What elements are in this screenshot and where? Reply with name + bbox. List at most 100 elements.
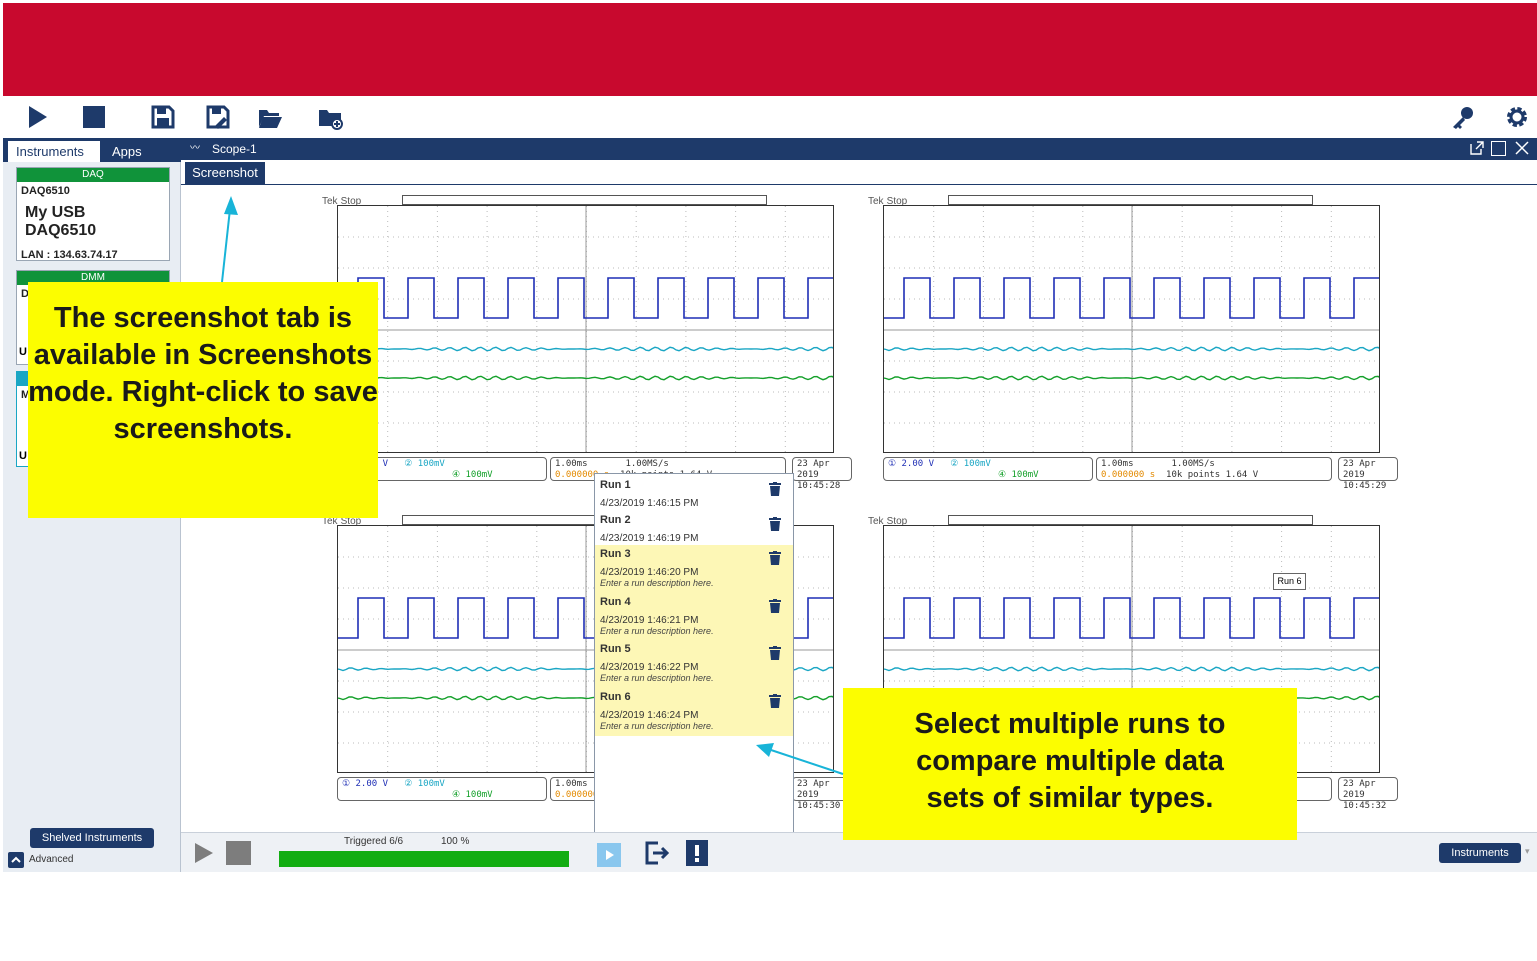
ch2-scale: ② 100mV <box>404 459 445 469</box>
run-name: Run 2 <box>600 514 631 526</box>
close-icon[interactable] <box>1514 140 1530 156</box>
main-toolbar <box>3 96 1537 138</box>
card-partial-text: U <box>19 346 27 358</box>
chevron-down-icon[interactable]: ▾ <box>1525 846 1530 857</box>
timebase: 1.00ms <box>1101 459 1134 469</box>
divider <box>181 184 1537 185</box>
key-icon[interactable] <box>1450 104 1476 130</box>
advanced-label[interactable]: Advanced <box>29 854 73 865</box>
date: 23 Apr 2019 <box>797 459 830 480</box>
time: 10:45:30 <box>797 801 841 811</box>
run-icon[interactable] <box>193 842 215 864</box>
run-item[interactable]: Run 5 4/23/2019 1:46:22 PM Enter a run des… <box>595 640 793 688</box>
callout-select-runs: Select multiple runs to compare multiple… <box>843 688 1297 840</box>
ch2-scale: ② 100mV <box>404 779 445 789</box>
progress-bar <box>279 851 569 867</box>
alert-icon[interactable] <box>686 840 708 866</box>
trash-icon[interactable] <box>769 482 781 496</box>
sample-rate: 1.00MS/s <box>625 459 669 469</box>
time: 10:45:28 <box>797 481 841 491</box>
date: 23 Apr 2019 <box>1343 459 1376 480</box>
arrow-line <box>221 199 232 283</box>
card-model: DAQ6510 <box>21 185 70 197</box>
daq-card[interactable]: DAQ DAQ6510 My USB DAQ6510 LAN : 134.63.… <box>16 167 170 261</box>
ch2-scale: ② 100mV <box>950 459 991 469</box>
run-description[interactable]: Enter a run description here. <box>600 626 714 636</box>
run-name: Run 4 <box>600 596 631 608</box>
trash-icon[interactable] <box>769 517 781 531</box>
brand-banner <box>3 3 1537 96</box>
run-date: 4/23/2019 1:46:24 PM <box>600 710 699 721</box>
ch1-scale: ① 2.00 V <box>888 459 934 469</box>
instruments-button[interactable]: Instruments <box>1439 843 1521 863</box>
shelved-instruments-button[interactable]: Shelved Instruments <box>30 828 154 848</box>
scope-panel[interactable]: Tek Stop① 2.00 V ② 100mV④ 100mV1.00ms 1.… <box>868 195 1398 495</box>
run-description[interactable]: Enter a run description here. <box>600 673 714 683</box>
run-item[interactable]: Run 3 4/23/2019 1:46:20 PM Enter a run des… <box>595 545 793 593</box>
trigger-level: 1.64 V <box>1225 470 1259 480</box>
open-folder-icon[interactable] <box>257 104 283 130</box>
tab-apps[interactable]: Apps <box>104 141 150 162</box>
popout-icon[interactable] <box>1469 140 1485 156</box>
card-type: DAQ <box>17 168 169 182</box>
time: 10:45:29 <box>1343 481 1387 491</box>
save-icon[interactable] <box>150 104 176 130</box>
channel-readout: ① 2.00 V ② 100mV ④ 100mV <box>337 777 547 801</box>
ch4-scale: ④ 100mV <box>452 470 493 480</box>
chevron-up-icon[interactable] <box>8 852 24 868</box>
datetime-readout: 23 Apr 2019 10:45:28 <box>792 457 852 491</box>
runs-list[interactable]: Run 1 4/23/2019 1:46:15 PM Run 2 4/23/2019 … <box>594 473 794 837</box>
scope-panel[interactable]: Tek Stop① 2.00 V ② 100mV④ 100mV1.00ms 1.… <box>322 195 852 495</box>
brand-text: Tek <box>868 196 884 207</box>
datetime-readout: 23 Apr 2019 10:45:29 <box>1338 457 1398 491</box>
run-item[interactable]: Run 4 4/23/2019 1:46:21 PM Enter a run des… <box>595 593 793 641</box>
trash-icon[interactable] <box>769 646 781 660</box>
waveform-display <box>883 205 1380 453</box>
run-icon[interactable] <box>25 104 51 130</box>
datetime-readout: 23 Apr 2019 10:45:32 <box>1338 777 1398 811</box>
save-as-icon[interactable] <box>205 104 231 130</box>
stop-icon[interactable] <box>81 104 107 130</box>
time: 10:45:32 <box>1343 801 1387 811</box>
run-date: 4/23/2019 1:46:15 PM <box>600 498 699 509</box>
card-partial-text: U <box>19 450 27 462</box>
timebase-readout: 1.00ms 1.00MS/s 0.000000 s 10k points 1.6… <box>1096 457 1332 481</box>
progress-percent: 100 % <box>441 836 470 847</box>
trash-icon[interactable] <box>769 599 781 613</box>
window-title: Scope-1 <box>212 142 257 156</box>
brand-text: Tek <box>322 196 338 207</box>
record-length: 10k points <box>1166 470 1221 480</box>
run-date: 4/23/2019 1:46:22 PM <box>600 662 699 673</box>
run-date: 4/23/2019 1:46:21 PM <box>600 615 699 626</box>
record-bar <box>948 195 1313 205</box>
maximize-icon[interactable] <box>1491 141 1506 156</box>
run-name: Run 6 <box>600 691 631 703</box>
date: 23 Apr 2019 <box>797 779 830 800</box>
ch1-scale: ① 2.00 V <box>342 779 388 789</box>
run-description[interactable]: Enter a run description here. <box>600 721 714 731</box>
run-date: 4/23/2019 1:46:20 PM <box>600 567 699 578</box>
run-date: 4/23/2019 1:46:19 PM <box>600 533 699 544</box>
timebase: 1.00ms <box>555 779 588 789</box>
trash-icon[interactable] <box>769 551 781 565</box>
tab-instruments[interactable]: Instruments <box>8 141 100 162</box>
gear-icon[interactable] <box>1504 104 1530 130</box>
card-name: My USB DAQ6510 <box>25 204 97 239</box>
offset: 0.000000 s <box>1101 470 1156 480</box>
stop-icon[interactable] <box>226 841 251 865</box>
arrow-head <box>224 196 238 215</box>
run-description[interactable]: Enter a run description here. <box>600 578 714 588</box>
channel-readout: ① 2.00 V ② 100mV ④ 100mV <box>883 457 1093 481</box>
sample-rate: 1.00MS/s <box>1171 459 1215 469</box>
triggered-status: Triggered 6/6 <box>344 836 404 847</box>
record-bar <box>402 195 767 205</box>
new-folder-icon[interactable] <box>317 104 343 130</box>
trash-icon[interactable] <box>769 694 781 708</box>
run-item[interactable]: Run 6 4/23/2019 1:46:24 PM Enter a run des… <box>595 688 793 736</box>
run-name: Run 5 <box>600 643 631 655</box>
ch4-scale: ④ 100mV <box>998 470 1039 480</box>
play-screenshot-icon[interactable] <box>597 843 621 867</box>
record-bar <box>948 515 1313 525</box>
export-icon[interactable] <box>644 840 670 866</box>
tab-screenshot[interactable]: Screenshot <box>185 162 265 184</box>
